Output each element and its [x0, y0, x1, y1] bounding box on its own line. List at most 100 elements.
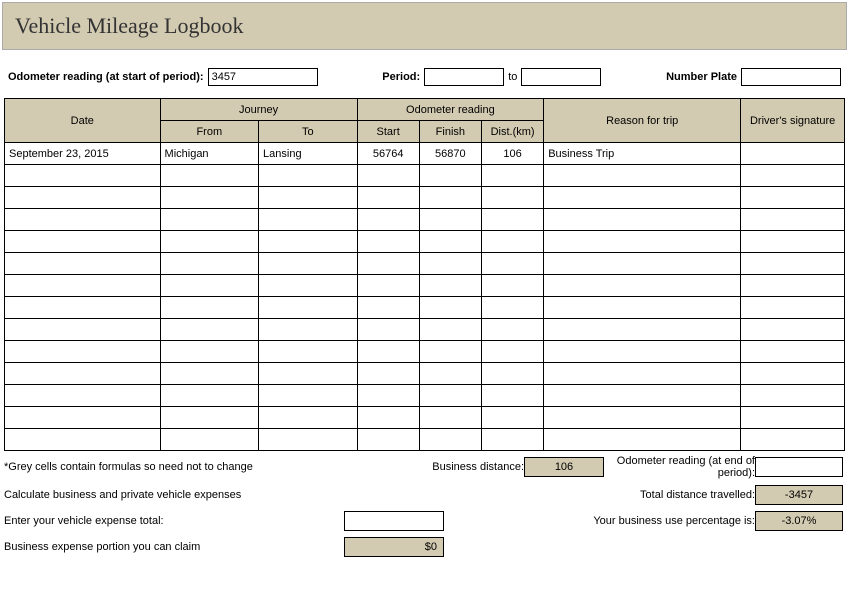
cell-to[interactable]	[259, 253, 358, 275]
expense-total-input[interactable]	[344, 511, 444, 531]
cell-start[interactable]	[357, 209, 419, 231]
cell-to[interactable]	[259, 407, 358, 429]
cell-date[interactable]	[5, 209, 161, 231]
odometer-end-value[interactable]	[755, 457, 843, 477]
cell-sig[interactable]	[741, 209, 845, 231]
cell-start[interactable]	[357, 407, 419, 429]
cell-sig[interactable]	[741, 297, 845, 319]
cell-from[interactable]	[160, 275, 259, 297]
cell-start[interactable]	[357, 231, 419, 253]
cell-finish[interactable]	[419, 385, 481, 407]
cell-from[interactable]	[160, 363, 259, 385]
cell-finish[interactable]: 56870	[419, 143, 481, 165]
cell-reason[interactable]	[544, 341, 741, 363]
cell-finish[interactable]	[419, 187, 481, 209]
cell-start[interactable]	[357, 253, 419, 275]
cell-start[interactable]	[357, 429, 419, 451]
cell-reason[interactable]	[544, 319, 741, 341]
cell-date[interactable]	[5, 275, 161, 297]
cell-date[interactable]	[5, 187, 161, 209]
cell-reason[interactable]: Business Trip	[544, 143, 741, 165]
cell-from[interactable]	[160, 407, 259, 429]
cell-finish[interactable]	[419, 429, 481, 451]
cell-date[interactable]	[5, 319, 161, 341]
cell-start[interactable]	[357, 385, 419, 407]
cell-from[interactable]	[160, 209, 259, 231]
cell-reason[interactable]	[544, 385, 741, 407]
cell-to[interactable]	[259, 231, 358, 253]
cell-sig[interactable]	[741, 363, 845, 385]
odometer-start-input[interactable]	[208, 68, 318, 86]
cell-from[interactable]	[160, 385, 259, 407]
number-plate-input[interactable]	[741, 68, 841, 86]
cell-reason[interactable]	[544, 297, 741, 319]
cell-date[interactable]	[5, 253, 161, 275]
cell-sig[interactable]	[741, 231, 845, 253]
cell-sig[interactable]	[741, 275, 845, 297]
cell-reason[interactable]	[544, 165, 741, 187]
cell-to[interactable]	[259, 209, 358, 231]
cell-finish[interactable]	[419, 341, 481, 363]
cell-date[interactable]	[5, 297, 161, 319]
cell-date[interactable]	[5, 165, 161, 187]
cell-from[interactable]	[160, 341, 259, 363]
cell-date[interactable]	[5, 385, 161, 407]
cell-from[interactable]	[160, 187, 259, 209]
cell-to[interactable]: Lansing	[259, 143, 358, 165]
cell-reason[interactable]	[544, 209, 741, 231]
cell-date[interactable]	[5, 429, 161, 451]
cell-sig[interactable]	[741, 407, 845, 429]
cell-finish[interactable]	[419, 319, 481, 341]
cell-finish[interactable]	[419, 253, 481, 275]
cell-date[interactable]: September 23, 2015	[5, 143, 161, 165]
cell-sig[interactable]	[741, 341, 845, 363]
cell-start[interactable]	[357, 297, 419, 319]
cell-sig[interactable]	[741, 187, 845, 209]
cell-sig[interactable]	[741, 319, 845, 341]
cell-to[interactable]	[259, 363, 358, 385]
cell-from[interactable]	[160, 231, 259, 253]
cell-finish[interactable]	[419, 231, 481, 253]
cell-start[interactable]	[357, 165, 419, 187]
cell-from[interactable]: Michigan	[160, 143, 259, 165]
cell-reason[interactable]	[544, 231, 741, 253]
cell-sig[interactable]	[741, 143, 845, 165]
cell-from[interactable]	[160, 319, 259, 341]
cell-to[interactable]	[259, 385, 358, 407]
cell-start[interactable]	[357, 275, 419, 297]
cell-date[interactable]	[5, 407, 161, 429]
cell-finish[interactable]	[419, 363, 481, 385]
cell-to[interactable]	[259, 429, 358, 451]
cell-start[interactable]	[357, 363, 419, 385]
period-to-input[interactable]	[521, 68, 601, 86]
cell-from[interactable]	[160, 165, 259, 187]
cell-finish[interactable]	[419, 209, 481, 231]
cell-to[interactable]	[259, 297, 358, 319]
cell-to[interactable]	[259, 319, 358, 341]
cell-reason[interactable]	[544, 407, 741, 429]
cell-reason[interactable]	[544, 363, 741, 385]
cell-sig[interactable]	[741, 253, 845, 275]
cell-sig[interactable]	[741, 385, 845, 407]
cell-from[interactable]	[160, 253, 259, 275]
cell-start[interactable]	[357, 319, 419, 341]
cell-date[interactable]	[5, 231, 161, 253]
cell-sig[interactable]	[741, 429, 845, 451]
cell-from[interactable]	[160, 297, 259, 319]
cell-start[interactable]	[357, 341, 419, 363]
cell-reason[interactable]	[544, 429, 741, 451]
cell-reason[interactable]	[544, 275, 741, 297]
cell-finish[interactable]	[419, 165, 481, 187]
cell-start[interactable]: 56764	[357, 143, 419, 165]
period-from-input[interactable]	[424, 68, 504, 86]
cell-from[interactable]	[160, 429, 259, 451]
cell-to[interactable]	[259, 165, 358, 187]
cell-reason[interactable]	[544, 187, 741, 209]
cell-to[interactable]	[259, 275, 358, 297]
cell-date[interactable]	[5, 363, 161, 385]
cell-date[interactable]	[5, 341, 161, 363]
cell-finish[interactable]	[419, 407, 481, 429]
cell-sig[interactable]	[741, 165, 845, 187]
cell-to[interactable]	[259, 341, 358, 363]
cell-to[interactable]	[259, 187, 358, 209]
